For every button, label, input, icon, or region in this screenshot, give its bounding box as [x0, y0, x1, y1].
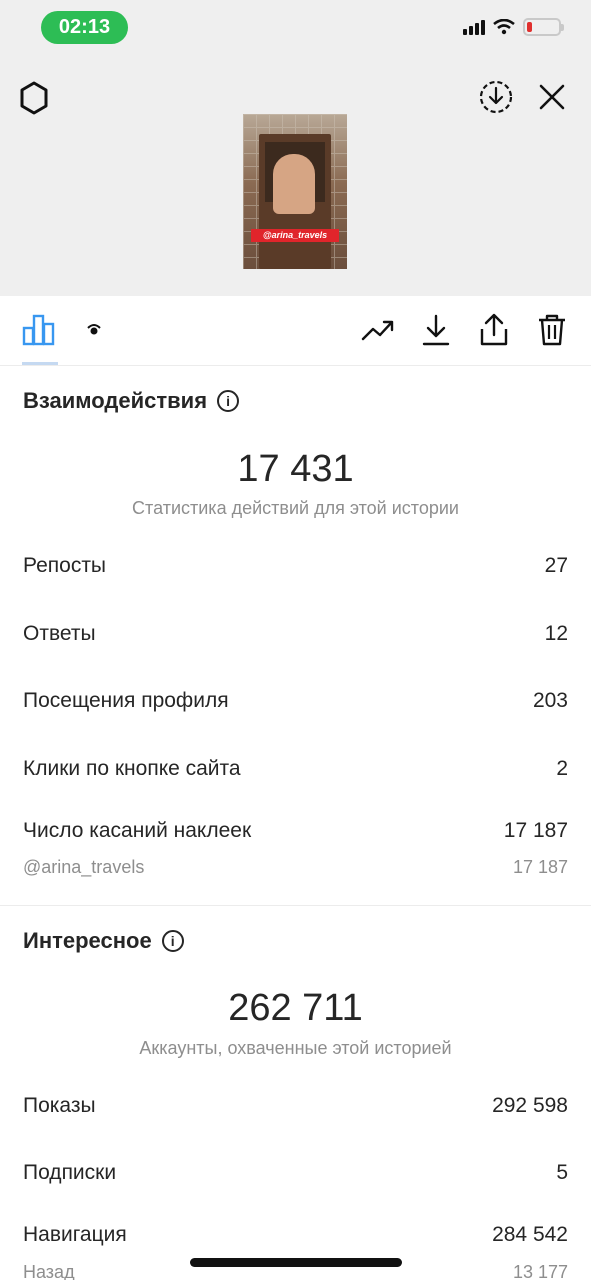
download-circle-icon	[479, 80, 513, 114]
discovery-title: Интересное	[23, 928, 152, 953]
stat-row-reposts: Репосты 27	[23, 554, 568, 578]
stat-sub-value: 13 177	[512, 1262, 568, 1280]
stat-value: 27	[544, 554, 568, 577]
interactions-title: Взаимодействия	[23, 388, 208, 413]
stat-row-navigation: Навигация 284 542	[23, 1223, 568, 1247]
info-icon[interactable]: i	[161, 930, 184, 952]
discovery-subtitle: Аккаунты, охваченные этой историей	[139, 1038, 452, 1058]
stat-value: 17 187	[503, 819, 568, 842]
status-bar: 02:13	[0, 0, 591, 56]
promote-button[interactable]	[361, 312, 395, 348]
stat-row-replies: Ответы 12	[23, 622, 568, 646]
battery-icon	[523, 18, 564, 36]
stat-row-sticker-detail: @arina_travels 17 187	[23, 857, 568, 878]
stat-label: Ответы	[23, 622, 96, 645]
stat-row-website-clicks: Клики по кнопке сайта 2	[23, 757, 568, 781]
tab-viewers[interactable]	[86, 323, 102, 342]
eye-icon	[87, 324, 101, 335]
stat-value: 292 598	[492, 1094, 568, 1117]
status-time: 02:13	[41, 11, 128, 44]
download-icon	[422, 314, 450, 346]
story-toolbar	[0, 296, 591, 366]
interactions-subtitle: Статистика действий для этой истории	[132, 498, 459, 518]
delete-button[interactable]	[535, 312, 569, 348]
discovery-total: 262 711	[228, 987, 363, 1029]
story-thumbnail[interactable]: @arina_travels	[243, 114, 347, 269]
stat-row-profile-visits: Посещения профиля 203	[23, 689, 568, 713]
stat-label: Показы	[23, 1094, 96, 1117]
stat-value: 2	[556, 757, 568, 780]
trash-icon	[539, 314, 565, 346]
section-divider	[0, 905, 591, 906]
stat-value: 5	[556, 1161, 568, 1184]
cellular-signal-icon	[463, 19, 485, 35]
stat-label: Репосты	[23, 554, 107, 577]
sticker-mention: @arina_travels	[251, 229, 339, 242]
interactions-total: 17 431	[237, 448, 354, 490]
stat-row-impressions: Показы 292 598	[23, 1094, 568, 1118]
save-story-button[interactable]	[477, 78, 515, 116]
stat-row-follows: Подписки 5	[23, 1161, 568, 1185]
stat-label: Посещения профиля	[23, 689, 229, 712]
tab-insights[interactable]	[22, 314, 56, 351]
stat-value: 203	[532, 689, 568, 712]
stat-sub-label: @arina_travels	[23, 857, 145, 877]
stat-label: Подписки	[23, 1161, 117, 1184]
stat-label: Навигация	[23, 1223, 127, 1246]
stat-row-sticker-taps: Число касаний наклеек 17 187	[23, 819, 568, 843]
info-icon[interactable]: i	[217, 390, 240, 412]
download-button[interactable]	[419, 312, 453, 348]
stat-label: Число касаний наклеек	[23, 819, 252, 842]
settings-gear-icon[interactable]	[16, 80, 52, 116]
stat-sub-label: Назад	[23, 1262, 75, 1280]
close-icon	[539, 84, 565, 110]
stat-sub-value: 17 187	[512, 857, 568, 877]
bar-chart-icon	[22, 314, 55, 346]
share-button[interactable]	[477, 312, 511, 348]
active-tab-indicator	[22, 362, 58, 365]
share-icon	[480, 313, 508, 346]
close-button[interactable]	[533, 78, 571, 116]
story-header: @arina_travels	[0, 56, 591, 352]
status-icons	[463, 18, 564, 36]
stat-value: 284 542	[492, 1223, 568, 1246]
stat-value: 12	[544, 622, 568, 645]
discovery-header: Интересное i	[23, 928, 184, 954]
trending-up-icon	[361, 320, 394, 341]
interactions-header: Взаимодействия i	[23, 388, 240, 414]
wifi-icon	[493, 19, 515, 35]
home-indicator[interactable]	[190, 1258, 402, 1267]
stat-label: Клики по кнопке сайта	[23, 757, 241, 780]
